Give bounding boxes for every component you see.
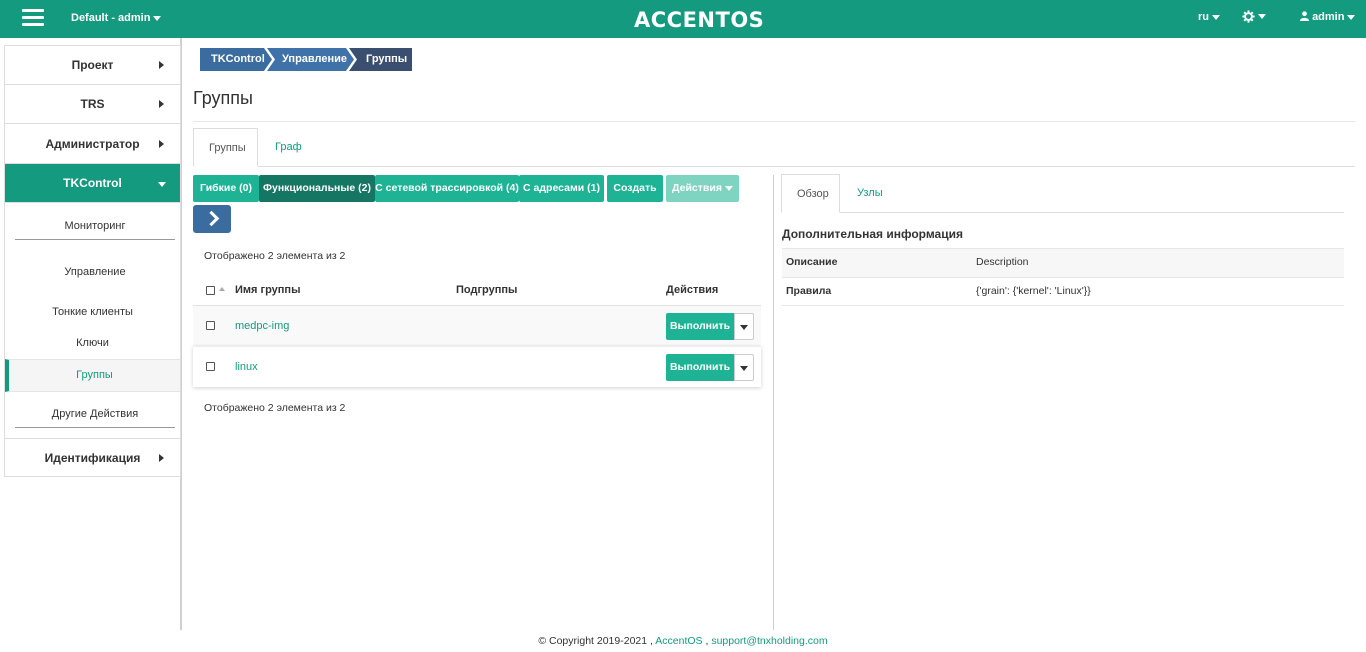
table-row[interactable]: linux Выполнить [193, 346, 761, 387]
chevron-right-icon [159, 100, 164, 108]
group-name-link[interactable]: medpc-img [235, 320, 289, 332]
sidebar-item-label: Управление [64, 266, 126, 278]
project-selector[interactable]: Default - admin [71, 12, 162, 24]
chevron-right-icon [159, 61, 164, 69]
sidebar-item-label: Другие Действия [51, 408, 139, 420]
top-navbar: Default - admin ACCENTOS ru admin [0, 0, 1366, 38]
filter-flexible-button[interactable]: Гибкие (0) [193, 175, 259, 202]
column-header-subgroups: Подгруппы [456, 284, 518, 296]
details-tabs: Обзор Узлы [781, 174, 1344, 213]
expand-button[interactable] [193, 205, 231, 233]
chevron-down-icon [1212, 14, 1220, 20]
chevron-down-icon [724, 185, 733, 191]
execute-dropdown-toggle[interactable] [734, 354, 754, 381]
column-header-actions: Действия [666, 284, 719, 296]
gear-icon [1242, 10, 1255, 23]
chevron-down-icon [153, 15, 162, 21]
chevron-down-icon [158, 182, 166, 187]
details-row: Правила {'grain': {'kernel': 'Linux'}} [782, 277, 1344, 306]
footer-separator: , [705, 635, 709, 647]
sidebar-item-label: Проект [71, 58, 114, 72]
row-checkbox[interactable] [206, 362, 215, 371]
items-count: Отображено 2 элемента из 2 [204, 402, 346, 414]
panel-divider[interactable] [773, 175, 774, 630]
tab-graph[interactable]: Граф [260, 128, 317, 167]
breadcrumb-item-tkcontrol[interactable]: TKControl [211, 53, 265, 65]
sidebar-item-label: Мониторинг [64, 220, 126, 232]
sidebar-item-identification[interactable]: Идентификация [5, 439, 180, 478]
settings-menu[interactable] [1242, 10, 1266, 23]
sidebar-item-project[interactable]: Проект [5, 46, 180, 85]
sidebar-item-label: Идентификация [44, 451, 141, 465]
sidebar-item-label: Ключи [76, 337, 109, 349]
sidebar: Проект TRS Администратор TKControl Монит… [0, 38, 182, 630]
details-key: Описание [786, 256, 838, 268]
sidebar-item-label: TRS [80, 97, 105, 111]
group-name-link[interactable]: linux [235, 361, 258, 373]
sidebar-item-monitoring[interactable]: Мониторинг [15, 220, 175, 240]
execute-button[interactable]: Выполнить [666, 354, 734, 381]
details-value: Description [976, 256, 1029, 268]
filter-network-trace-button[interactable]: С сетевой трассировкой (4) [375, 175, 519, 202]
footer-brand-link[interactable]: AccentOS [655, 635, 702, 647]
execute-button[interactable]: Выполнить [666, 313, 734, 340]
sidebar-item-groups[interactable]: Группы [5, 359, 180, 392]
sidebar-item-label: Тонкие клиенты [52, 306, 133, 318]
footer-copyright: © Copyright 2019-2021 , [538, 635, 653, 647]
tab-groups[interactable]: Группы [193, 128, 258, 167]
table-row[interactable]: medpc-img Выполнить [193, 305, 761, 346]
select-all-checkbox[interactable] [206, 286, 215, 295]
details-key: Правила [786, 285, 832, 297]
breadcrumb-item-management[interactable]: Управление [282, 53, 347, 65]
sidebar-item-keys[interactable]: Ключи [5, 337, 180, 349]
chevron-right-icon [159, 140, 164, 148]
breadcrumb-item-groups: Группы [366, 53, 408, 65]
items-count: Отображено 2 элемента из 2 [204, 250, 346, 262]
sidebar-item-tkcontrol[interactable]: TKControl [5, 164, 180, 203]
details-row: Описание Description [782, 248, 1344, 277]
sidebar-panel: Проект TRS Администратор TKControl Монит… [4, 45, 181, 439]
language-label: ru [1198, 11, 1209, 23]
tab-overview[interactable]: Обзор [781, 174, 840, 213]
sidebar-item-label: Администратор [45, 137, 140, 151]
user-icon [1300, 11, 1309, 21]
sidebar-item-other-actions[interactable]: Другие Действия [15, 408, 175, 428]
language-selector[interactable]: ru [1198, 11, 1220, 23]
filter-addresses-button[interactable]: С адресами (1) [519, 175, 604, 202]
row-checkbox[interactable] [206, 321, 215, 330]
logo: ACCENTOS [634, 8, 765, 32]
sidebar-item-thin-clients[interactable]: Тонкие клиенты [5, 306, 180, 318]
sort-icon[interactable] [219, 287, 225, 291]
main-tabs: Группы Граф [193, 128, 1355, 167]
filter-functional-button[interactable]: Функциональные (2) [259, 175, 375, 202]
create-button[interactable]: Создать [607, 175, 663, 202]
details-value: {'grain': {'kernel': 'Linux'}} [976, 285, 1091, 297]
chevron-down-icon [1258, 14, 1266, 19]
sidebar-item-label: Группы [76, 369, 113, 381]
page-title: Группы [193, 88, 253, 108]
chevron-down-icon [1347, 14, 1356, 20]
footer: © Copyright 2019-2021 , AccentOS , suppo… [0, 635, 1366, 647]
hamburger-icon[interactable] [22, 9, 44, 27]
execute-dropdown-toggle[interactable] [734, 313, 754, 340]
sidebar-item-trs[interactable]: TRS [5, 85, 180, 124]
footer-email-link[interactable]: support@tnxholding.com [711, 635, 827, 647]
divider [193, 121, 1355, 122]
chevron-right-icon [159, 454, 164, 462]
sidebar-panel: Идентификация [4, 438, 181, 477]
actions-dropdown-button[interactable]: Действия [666, 175, 739, 202]
user-menu[interactable]: admin [1300, 11, 1356, 23]
sidebar-item-label: TKControl [63, 176, 122, 190]
user-label: admin [1312, 11, 1345, 23]
sidebar-item-admin[interactable]: Администратор [5, 125, 180, 164]
sidebar-item-management[interactable]: Управление [15, 266, 175, 278]
column-header-name[interactable]: Имя группы [235, 284, 300, 296]
tab-nodes[interactable]: Узлы [842, 174, 898, 213]
actions-label: Действия [672, 182, 722, 194]
project-selector-label: Default - admin [71, 12, 151, 24]
details-title: Дополнительная информация [782, 227, 963, 241]
